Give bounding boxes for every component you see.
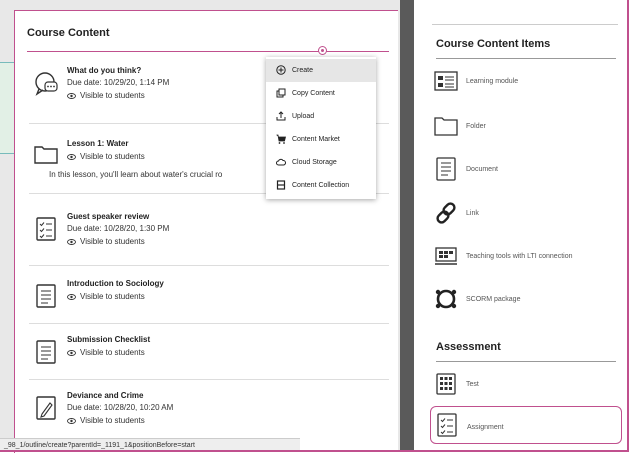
highlight-frame: [0, 0, 629, 452]
